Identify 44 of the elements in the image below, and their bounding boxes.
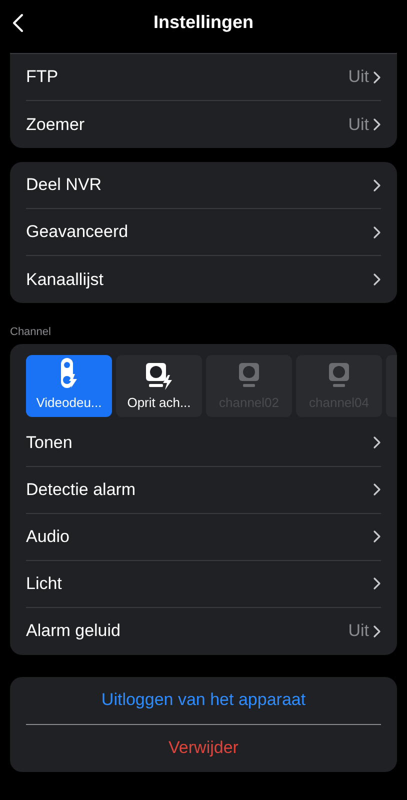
camera-bolt-icon xyxy=(144,361,174,391)
settings-row[interactable]: FTP Uit xyxy=(26,54,381,101)
chevron-icon xyxy=(373,577,381,590)
row-label: Detectie alarm xyxy=(26,478,137,501)
row-label: Zoemer xyxy=(26,114,86,136)
chevron-icon xyxy=(373,273,381,286)
settings-row[interactable]: Licht xyxy=(26,560,381,608)
settings-row[interactable]: Detectie alarm xyxy=(26,466,381,514)
row-label: Kanaallijst xyxy=(26,268,104,291)
settings-row[interactable]: Alarm geluid Uit xyxy=(26,608,381,654)
row-label: Licht xyxy=(26,572,63,595)
chevron-icon xyxy=(373,530,381,543)
row-label: Deel NVR xyxy=(26,174,103,196)
channel-name: Oprit ach... xyxy=(127,394,191,412)
channel-name: Videodeu... xyxy=(36,394,102,412)
doorbell-icon xyxy=(58,357,80,391)
chevron-icon xyxy=(373,178,381,192)
back-icon[interactable] xyxy=(12,12,24,32)
action-button[interactable]: Verwijder xyxy=(26,724,381,772)
action-button[interactable]: Uitloggen van het apparaat xyxy=(26,676,381,724)
settings-row[interactable]: Kanaallijst xyxy=(26,256,381,303)
row-value: Uit xyxy=(348,114,369,136)
row-label: Geavanceerd xyxy=(26,221,130,244)
row-label: FTP xyxy=(26,66,60,88)
chevron-icon xyxy=(373,436,381,449)
channel-tile[interactable]: Videodeu... xyxy=(26,354,112,416)
chevron-icon xyxy=(373,226,381,238)
chevron-icon xyxy=(373,624,381,638)
settings-row[interactable]: Audio xyxy=(26,514,381,560)
row-label: Alarm geluid xyxy=(26,620,122,642)
row-value: Uit xyxy=(348,66,369,88)
row-value: Uit xyxy=(348,620,369,642)
section-heading: Channel xyxy=(10,325,52,340)
chevron-icon xyxy=(373,70,381,84)
settings-row[interactable]: Tonen xyxy=(26,420,381,466)
settings-row[interactable]: Geavanceerd xyxy=(26,209,381,256)
chevron-icon xyxy=(373,483,381,496)
channel-tile[interactable]: Oprit ach... xyxy=(116,354,202,416)
row-label: Audio xyxy=(26,526,70,548)
settings-row[interactable]: Deel NVR xyxy=(26,162,381,209)
settings-row[interactable]: Zoemer Uit xyxy=(26,101,381,148)
header-title: Instellingen xyxy=(152,11,254,34)
chevron-icon xyxy=(373,118,381,131)
row-label: Tonen xyxy=(26,432,74,454)
